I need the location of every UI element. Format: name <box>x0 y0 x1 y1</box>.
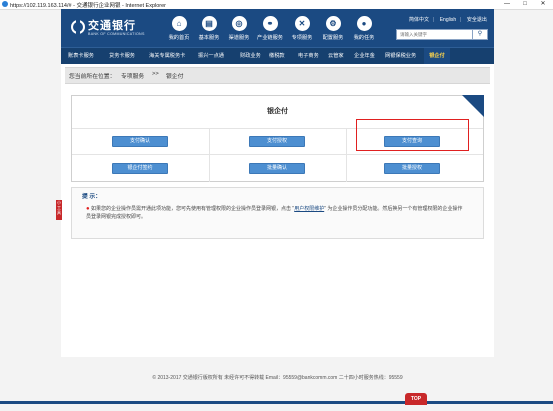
nav-label: 配置服务 <box>322 35 344 41</box>
nav-label: 专项服务 <box>291 35 313 41</box>
nav-config-services[interactable]: ⚙ 配置服务 <box>318 16 348 46</box>
search-input[interactable] <box>397 30 476 39</box>
menu-item[interactable]: 振兴一点通 <box>198 48 224 64</box>
search-icon[interactable]: ⚲ <box>472 30 487 39</box>
tips-text-before: 如果您的企业操作员需开通此项功能，您可先使用有管理权限的企业操作员登录网银，点击… <box>91 206 295 212</box>
tips-box: 提 示： ● 如果您的企业操作员需开通此项功能，您可先使用有管理权限的企业操作员… <box>71 187 484 239</box>
nav-my-tasks[interactable]: ● 我的任务 <box>349 16 379 46</box>
menu-item[interactable]: 海关专属税务卡 <box>149 48 185 64</box>
gear-icon: ⚙ <box>325 16 341 31</box>
nav-label: 渠道服务 <box>228 35 250 41</box>
close-window-button[interactable]: ✕ <box>534 0 552 9</box>
service-menu: 账表卡服务 贷务卡服务 海关专属税务卡 振兴一点通 财政业务 缴税款 电子商务 … <box>61 47 494 64</box>
nav-special-services[interactable]: ✕ 专项服务 <box>287 16 317 46</box>
link-icon: ⚭ <box>262 16 278 31</box>
window-title: https://102.119.163.114/# - 交通银行企业网银 - I… <box>10 3 167 9</box>
button-cell: 批量确认 <box>209 155 347 182</box>
maximize-button[interactable]: □ <box>516 0 534 9</box>
english-link[interactable]: English <box>440 17 456 23</box>
menu-item[interactable]: 缴税款 <box>269 48 285 64</box>
breadcrumb-separator: >> <box>152 71 159 77</box>
breadcrumb-current: 银企付 <box>166 74 184 80</box>
breadcrumb: 您当前所在位置： 专项服务 >> 银企付 <box>65 67 490 84</box>
footer-line <box>0 401 553 404</box>
back-to-top-button[interactable]: TOP <box>405 393 427 405</box>
nav-basic-services[interactable]: ▤ 基本服务 <box>194 16 224 46</box>
breadcrumb-prefix: 您当前所在位置： <box>69 74 116 80</box>
side-tool-tab[interactable]: 小工具 <box>56 200 62 220</box>
menu-item[interactable]: 电子商务 <box>298 48 319 64</box>
tools-icon: ✕ <box>294 16 310 31</box>
minimize-button[interactable]: — <box>498 0 516 9</box>
user-permission-link[interactable]: 用户权限维护 <box>294 206 324 212</box>
home-icon: ⌂ <box>171 16 187 31</box>
button-cell: 银企付签约 <box>72 155 210 182</box>
highlight-box <box>356 119 469 151</box>
menu-item[interactable]: 网银保税业务 <box>385 48 416 64</box>
tips-text: ● 如果您的企业操作员需开通此项功能，您可先使用有管理权限的企业操作员登录网银，… <box>86 205 466 221</box>
bank-logo[interactable]: 交通银行 BANK OF COMMUNICATIONS <box>67 12 144 42</box>
menu-item[interactable]: 账表卡服务 <box>68 48 94 64</box>
footer-text: © 2013-2017 交通银行版权所有 未经许可不得转载 Email：9555… <box>152 375 403 381</box>
nav-label: 我的任务 <box>353 35 375 41</box>
simplified-chinese-link[interactable]: 简体中文 <box>409 17 429 23</box>
logo-text: 交通银行 <box>88 19 136 32</box>
batch-confirm-button[interactable]: 批量确认 <box>249 163 305 174</box>
person-icon: ● <box>356 16 372 31</box>
menu-item[interactable]: 贷务卡服务 <box>109 48 135 64</box>
nav-home[interactable]: ⌂ 我的首页 <box>164 16 194 46</box>
nav-label: 产业链服务 <box>257 35 283 41</box>
button-cell: 批量授权 <box>346 155 483 182</box>
menu-item[interactable]: 企业年金 <box>354 48 375 64</box>
bullet-icon: ● <box>86 206 90 212</box>
page-container: 交通银行 BANK OF COMMUNICATIONS ⌂ 我的首页 ▤ 基本服… <box>61 9 494 381</box>
nav-industry-chain[interactable]: ⚭ 产业链服务 <box>255 16 285 46</box>
nav-channel-services[interactable]: ◎ 渠道服务 <box>224 16 254 46</box>
button-row-2: 银企付签约 批量确认 批量授权 <box>72 154 483 182</box>
menu-item[interactable]: 财政业务 <box>240 48 261 64</box>
logo-english-text: BANK OF COMMUNICATIONS <box>88 32 145 36</box>
logout-link[interactable]: 安全退出 <box>467 17 487 23</box>
menu-item[interactable]: 云管家 <box>328 48 344 64</box>
tips-heading: 提 示： <box>82 194 102 200</box>
breadcrumb-path[interactable]: 专项服务 <box>121 71 144 80</box>
search-box: ⚲ <box>396 29 488 40</box>
button-cell: 支付授权 <box>209 129 347 155</box>
payment-authorize-button[interactable]: 支付授权 <box>249 136 305 147</box>
payment-confirm-button[interactable]: 支付确认 <box>112 136 168 147</box>
document-icon: ▤ <box>201 16 217 31</box>
site-header: 交通银行 BANK OF COMMUNICATIONS ⌂ 我的首页 ▤ 基本服… <box>61 9 494 47</box>
swirl-icon: ◎ <box>231 16 247 31</box>
nav-label: 基本服务 <box>198 35 220 41</box>
bank-logo-icon <box>71 20 85 34</box>
ie-logo-icon <box>2 1 8 7</box>
top-links: 简体中文 | English | 安全退出 <box>409 17 487 23</box>
button-cell: 支付确认 <box>72 129 210 155</box>
nav-label: 我的首页 <box>168 35 190 41</box>
menu-item-active[interactable]: 银企付 <box>424 48 450 64</box>
sign-contract-button[interactable]: 银企付签约 <box>112 163 168 174</box>
batch-authorize-button[interactable]: 批量授权 <box>384 163 440 174</box>
